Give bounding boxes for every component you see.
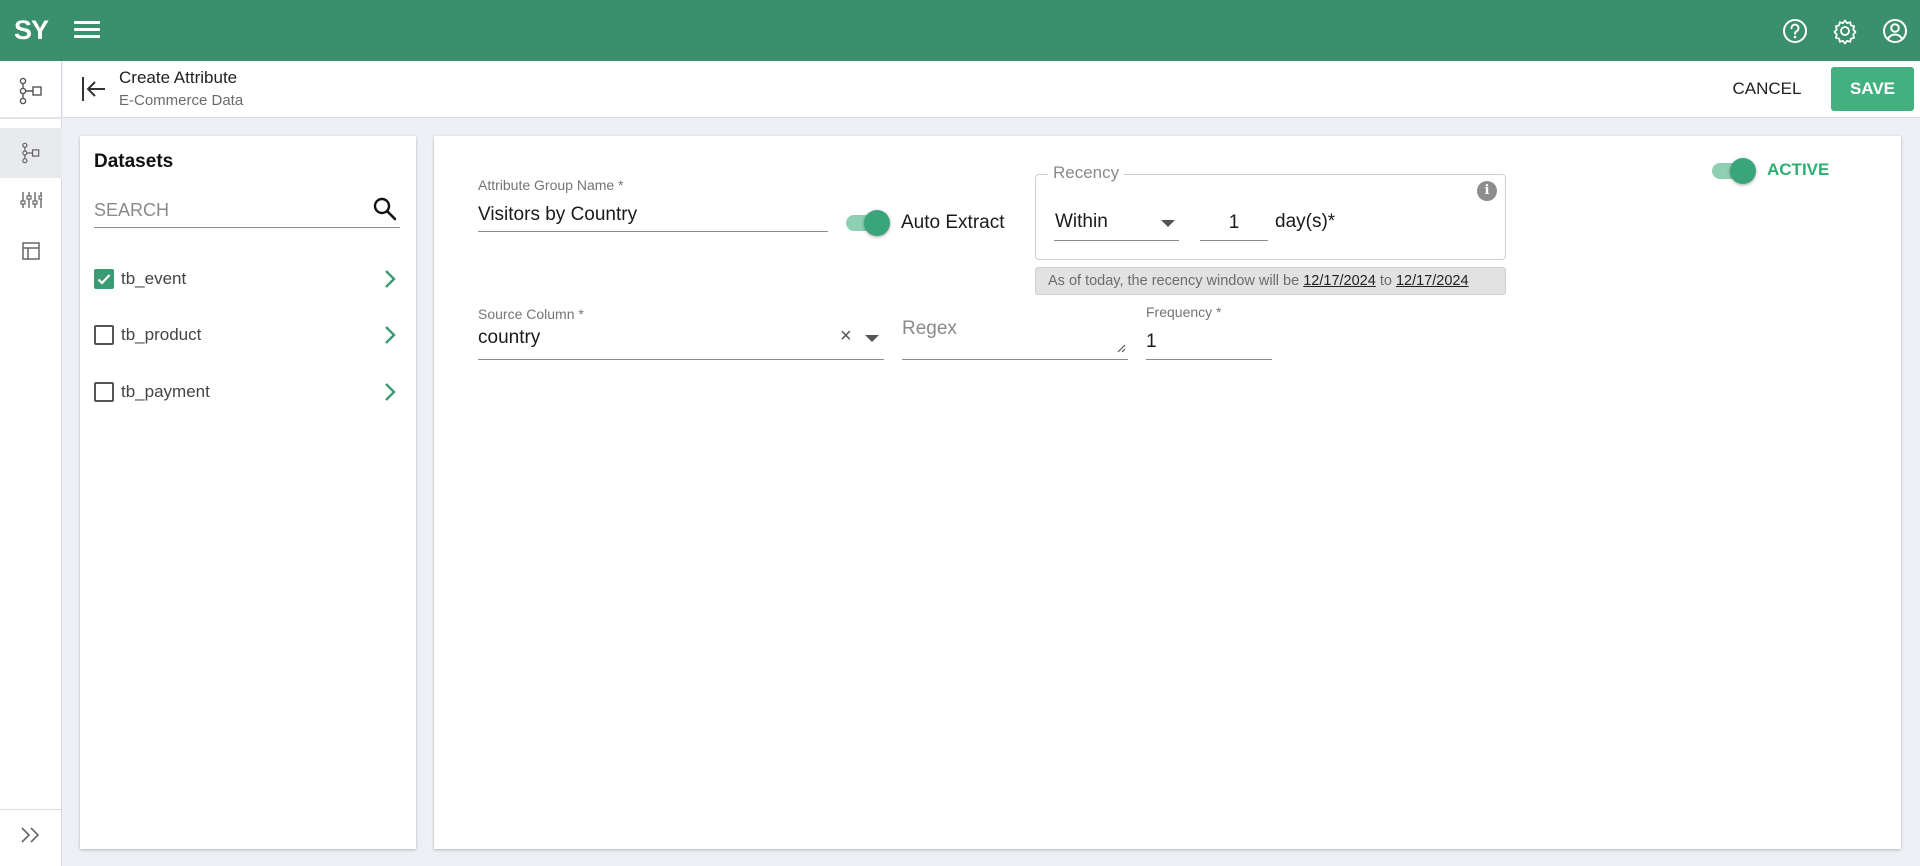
regex-input[interactable] <box>902 318 1102 348</box>
recency-start-date: 12/17/2024 <box>1303 273 1376 289</box>
info-icon[interactable]: i <box>1477 181 1497 201</box>
dataset-label: tb_payment <box>121 382 210 401</box>
left-navigation <box>0 61 62 866</box>
page-title: Create Attribute <box>119 68 238 87</box>
check-icon <box>97 274 111 285</box>
nav-item-filters[interactable] <box>0 175 62 225</box>
toggle-thumb <box>1730 158 1756 184</box>
attribute-form: Attribute Group Name * Auto Extract Rece… <box>434 136 1901 849</box>
dataset-item-tb-payment[interactable]: tb_payment <box>94 377 400 407</box>
chevron-right-icon[interactable] <box>380 324 400 346</box>
recency-legend: Recency <box>1048 163 1125 183</box>
recency-note-text: As of today, the recency window will be <box>1048 273 1300 289</box>
dataset-checkbox[interactable] <box>94 269 114 289</box>
app-logo[interactable]: SY <box>14 16 49 44</box>
gear-icon[interactable] <box>1831 17 1859 45</box>
nav-item-datasets[interactable] <box>0 128 62 178</box>
expand-nav-button[interactable] <box>0 810 62 860</box>
sliders-icon <box>20 192 42 208</box>
datasets-title: Datasets <box>94 151 174 172</box>
dataset-item-tb-product[interactable]: tb_product <box>94 320 400 350</box>
dataset-item-tb-event[interactable]: tb_event <box>94 264 400 294</box>
recency-days-label: day(s)* <box>1275 211 1336 232</box>
source-column-value: country <box>478 327 541 348</box>
search-icon[interactable] <box>372 196 398 222</box>
nav-item-attributes[interactable] <box>0 66 62 116</box>
recency-end-date: 12/17/2024 <box>1395 273 1469 289</box>
regex-field <box>902 316 1128 360</box>
chevron-right-icon[interactable] <box>380 268 400 290</box>
auto-extract-label: Auto Extract <box>901 212 1005 233</box>
help-circle-icon[interactable] <box>1781 17 1809 45</box>
page-header: Create Attribute E-Commerce Data CANCEL … <box>63 61 1920 118</box>
recency-operator-select[interactable]: Within <box>1054 205 1179 241</box>
search-input[interactable] <box>94 196 364 224</box>
menu-icon[interactable] <box>74 18 100 42</box>
frequency-input[interactable] <box>1146 325 1272 360</box>
source-column-label: Source Column * <box>478 306 584 322</box>
back-arrow-icon[interactable] <box>80 74 108 104</box>
account-circle-icon[interactable] <box>1881 17 1909 45</box>
source-column-select[interactable]: Source Column * country × <box>478 306 884 360</box>
top-app-bar: SY <box>0 0 1920 61</box>
close-icon[interactable]: × <box>840 326 852 346</box>
group-name-label: Attribute Group Name * <box>478 177 624 193</box>
layout-icon <box>22 242 40 260</box>
datasets-panel: Datasets tb_event tb_product tb_payment <box>80 136 416 849</box>
chevron-down-icon[interactable] <box>865 335 879 342</box>
resize-handle-icon[interactable] <box>1116 343 1126 353</box>
frequency-label: Frequency * <box>1146 304 1222 320</box>
recency-window-note: As of today, the recency window will be … <box>1035 267 1506 295</box>
recency-operator-value: Within <box>1055 211 1108 232</box>
hierarchy-icon <box>22 142 40 164</box>
dataset-checkbox[interactable] <box>94 382 114 402</box>
toggle-thumb <box>864 210 890 236</box>
dataset-label: tb_product <box>121 325 202 344</box>
double-chevron-right-icon <box>21 827 40 843</box>
dataset-label: tb_event <box>121 269 187 288</box>
group-name-input[interactable] <box>478 198 828 232</box>
save-button[interactable]: SAVE <box>1831 67 1914 111</box>
page-subtitle: E-Commerce Data <box>119 92 244 109</box>
dataset-checkbox[interactable] <box>94 325 114 345</box>
nav-item-layout[interactable] <box>0 226 62 276</box>
chevron-right-icon[interactable] <box>380 381 400 403</box>
nav-divider <box>0 117 62 119</box>
chevron-down-icon <box>1161 220 1175 227</box>
active-label: ACTIVE <box>1767 160 1830 179</box>
recency-days-input[interactable] <box>1200 205 1268 241</box>
recency-group: Recency i Within day(s)* <box>1035 163 1506 260</box>
dataset-search <box>94 192 400 228</box>
cancel-button[interactable]: CANCEL <box>1717 71 1817 107</box>
recency-note-to: to <box>1379 273 1392 289</box>
hierarchy-icon <box>19 77 42 105</box>
auto-extract-toggle[interactable]: Auto Extract <box>846 210 1016 236</box>
